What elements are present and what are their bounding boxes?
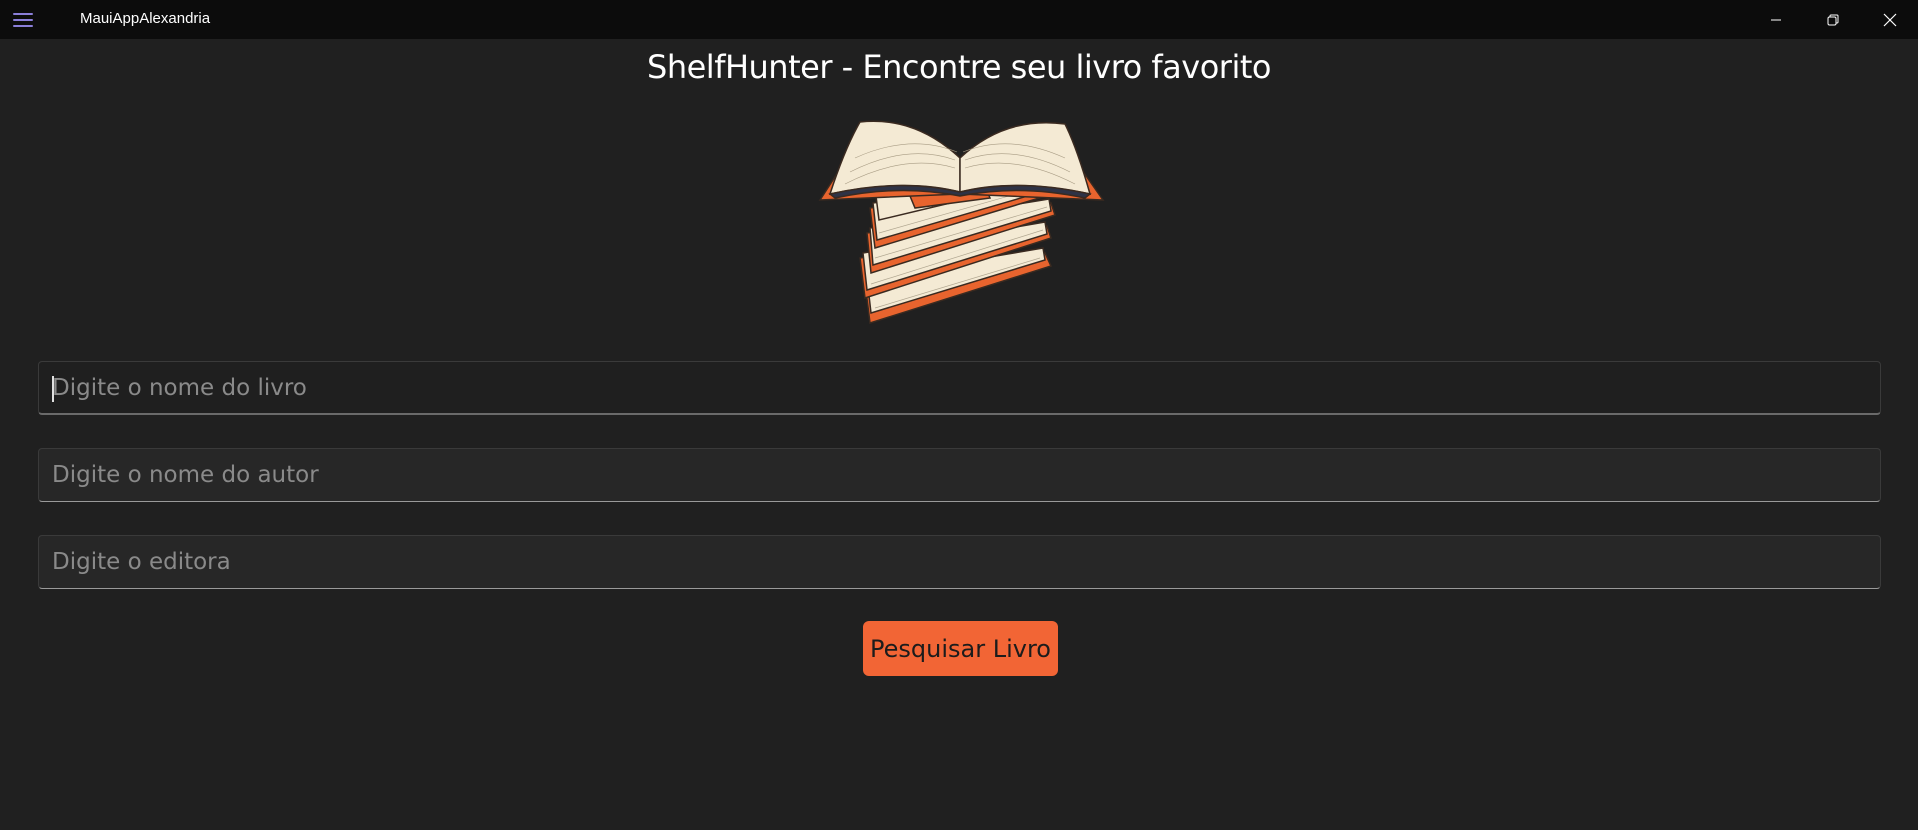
restore-icon — [1827, 14, 1839, 25]
minimize-button[interactable] — [1748, 0, 1804, 39]
book-name-input[interactable] — [39, 362, 1880, 413]
text-caret — [52, 376, 54, 402]
close-icon — [1883, 13, 1897, 26]
hamburger-menu-icon[interactable] — [13, 11, 35, 27]
page-title: ShelfHunter - Encontre seu livro favorit… — [647, 48, 1271, 86]
close-button[interactable] — [1862, 0, 1918, 39]
book-name-field[interactable] — [38, 361, 1881, 415]
minimize-icon — [1771, 19, 1781, 20]
author-name-field[interactable] — [38, 448, 1881, 502]
restore-button[interactable] — [1805, 0, 1861, 39]
window-titlebar: MauiAppAlexandria — [0, 0, 1918, 39]
author-name-input[interactable] — [39, 449, 1880, 501]
search-book-button[interactable]: Pesquisar Livro — [863, 621, 1058, 676]
book-stack-image — [818, 120, 1105, 324]
publisher-field[interactable] — [38, 535, 1881, 589]
publisher-input[interactable] — [39, 536, 1880, 588]
app-title: MauiAppAlexandria — [80, 10, 211, 27]
